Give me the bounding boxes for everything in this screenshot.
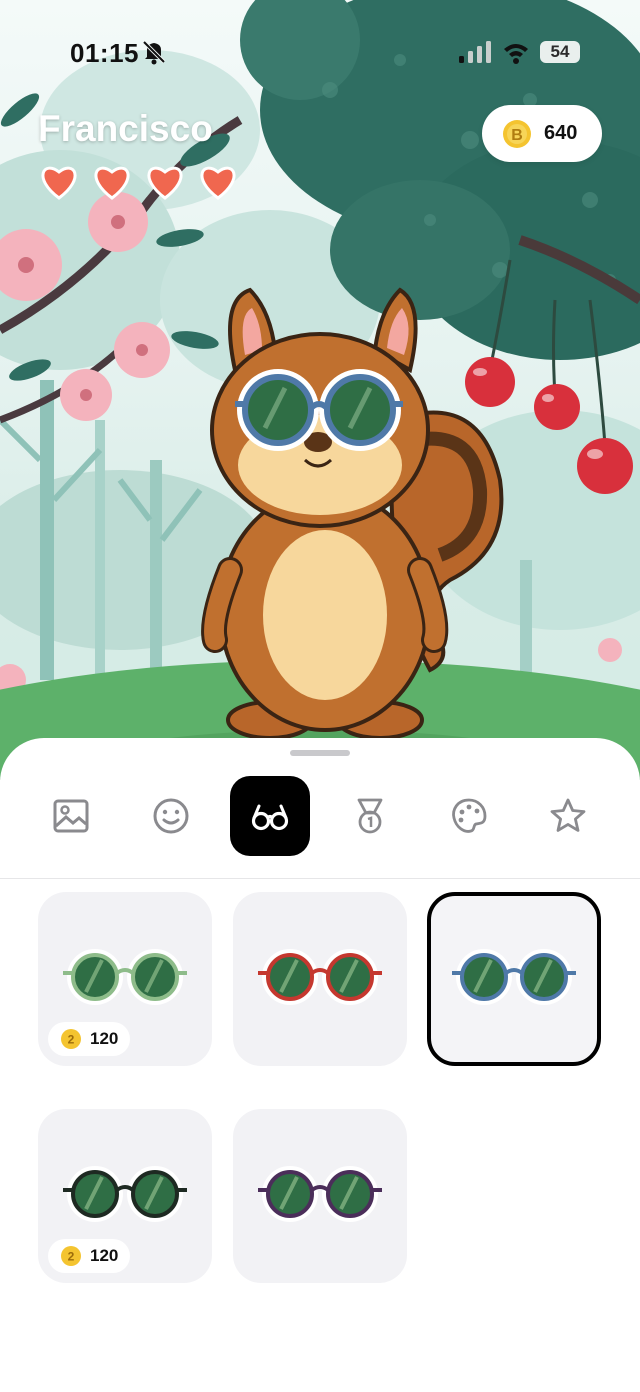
coin-count: 640 — [544, 122, 578, 144]
black-glasses-icon — [63, 1166, 187, 1222]
price-tag: 2 120 — [48, 1022, 131, 1056]
heart-icon — [200, 166, 236, 200]
price-value: 120 — [90, 1246, 119, 1265]
price-tag: 2 120 — [48, 1239, 131, 1273]
coin-icon: 2 — [61, 1029, 81, 1049]
svg-text:B: B — [511, 127, 523, 144]
tab-glasses[interactable] — [230, 776, 310, 856]
image-icon — [53, 799, 89, 833]
item-card-purple-glasses[interactable] — [233, 1109, 407, 1283]
medal-icon — [357, 798, 383, 834]
tabs-divider — [0, 878, 640, 879]
smiley-icon — [153, 798, 189, 834]
star-icon — [550, 798, 586, 832]
blue-glasses-icon — [452, 949, 576, 1005]
item-card-green-glasses[interactable]: 2 120 — [38, 892, 212, 1066]
red-glasses-icon — [258, 949, 382, 1005]
svg-text:2: 2 — [68, 1250, 75, 1264]
status-time: 01:15 — [70, 38, 139, 68]
heart-icon — [41, 166, 77, 200]
wifi-icon — [504, 44, 528, 64]
tab-colors[interactable] — [429, 776, 509, 856]
coin-icon: 2 — [61, 1246, 81, 1266]
item-card-blue-glasses[interactable] — [427, 892, 601, 1066]
glasses-icon — [251, 804, 289, 831]
status-bar: 01:15 54 — [0, 0, 640, 104]
item-card-red-glasses[interactable] — [233, 892, 407, 1066]
hearts-row — [38, 162, 239, 202]
heart-icon — [94, 166, 130, 200]
signal-icon — [459, 41, 491, 63]
price-value: 120 — [90, 1029, 119, 1048]
item-card-black-glasses[interactable]: 2 120 — [38, 1109, 212, 1283]
bell-muted-icon — [142, 40, 166, 65]
b-coin-icon: B — [503, 119, 531, 148]
tab-medals[interactable] — [330, 776, 410, 856]
palette-icon — [452, 798, 487, 833]
tab-background[interactable] — [31, 776, 111, 856]
customization-sheet: 2 120 2 120 — [0, 738, 640, 1392]
tab-favorites[interactable] — [528, 776, 608, 856]
coin-balance[interactable]: B 640 — [482, 105, 602, 162]
squirrel-avatar — [201, 287, 504, 740]
purple-glasses-icon — [258, 1166, 382, 1222]
heart-icon — [147, 166, 183, 200]
battery-icon: 54 — [540, 41, 580, 63]
tab-face[interactable] — [131, 776, 211, 856]
svg-text:2: 2 — [68, 1033, 75, 1047]
sheet-grabber[interactable] — [290, 750, 350, 756]
green-glasses-icon — [63, 949, 187, 1005]
player-name: Francisco — [38, 108, 213, 149]
category-tabs — [0, 776, 640, 856]
